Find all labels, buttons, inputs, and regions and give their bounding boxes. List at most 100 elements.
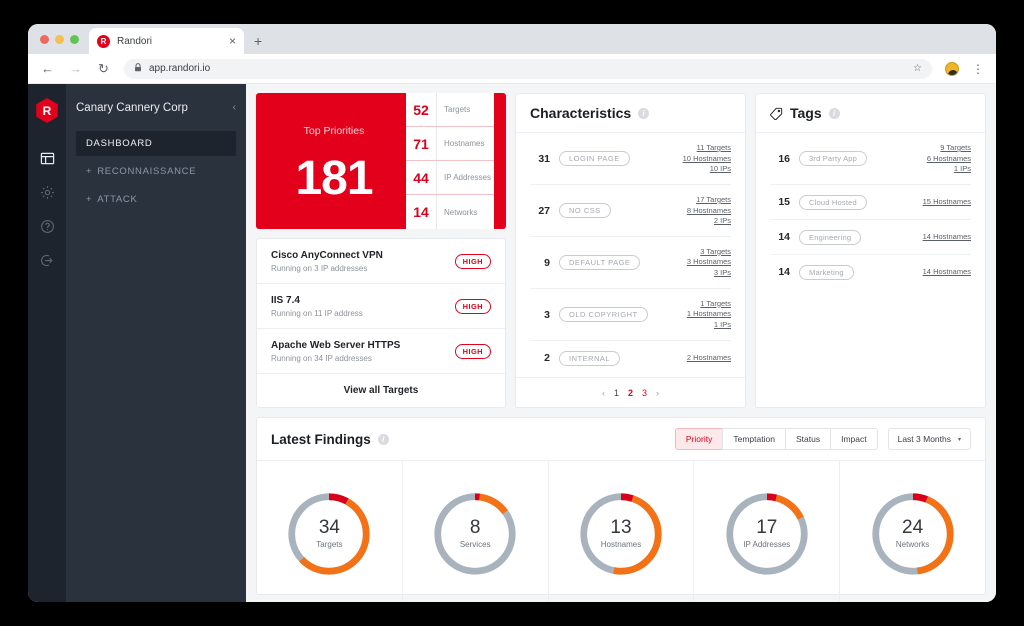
stat-count: 52 [406,93,437,126]
info-icon[interactable]: i [378,434,389,445]
donut-targets[interactable]: 34 Targets [257,461,403,602]
info-icon[interactable]: i [829,108,840,119]
link-hostnames[interactable]: 8 Hostnames [687,206,731,217]
tab-priority[interactable]: Priority [675,428,722,450]
tags-panel: Tags i 16 3rd Party App 9 Targets 6 Host… [755,93,986,408]
priority-stat-networks[interactable]: 14 Networks [406,195,494,229]
dashboard-icon[interactable] [28,141,66,175]
list-item[interactable]: 15 Cloud Hosted 15 Hostnames [770,185,971,220]
date-range-dropdown[interactable]: Last 3 Months ▾ [888,428,971,450]
pagination-page-1[interactable]: 1 [614,388,619,398]
link-targets[interactable]: 17 Targets [687,195,731,206]
donut-networks[interactable]: 24 Networks [840,461,985,602]
donut-services[interactable]: 8 Services [403,461,549,602]
link-hostnames[interactable]: 14 Hostnames [923,232,971,243]
donut-chart: 17 IP Addresses [721,488,813,580]
pagination-page-3[interactable]: 3 [642,388,647,398]
stat-count: 14 [406,195,437,229]
org-header[interactable]: Canary Cannery Corp ‹ [76,84,236,131]
list-item[interactable]: 3 OLD COPYRIGHT 1 Targets 1 Hostnames 1 … [530,289,731,341]
characteristics-panel: Characteristics i 31 LOGIN PAGE 11 Targe… [515,93,746,408]
back-icon[interactable]: ← [40,61,55,76]
table-row[interactable]: Apache Web Server HTTPS Running on 34 IP… [257,329,505,374]
link-targets[interactable]: 9 Targets [927,143,971,154]
tab-status[interactable]: Status [785,428,830,450]
profile-avatar[interactable] [945,62,959,76]
characteristic-pill: INTERNAL [559,351,620,366]
priorities-stats: 52 Targets 71 Hostnames 44 IP Addresses [406,93,494,229]
priorities-title: Top Priorities [262,125,406,137]
target-info: IIS 7.4 Running on 11 IP address [271,295,455,318]
link-ips[interactable]: 3 IPs [687,268,731,279]
view-all-targets-link[interactable]: View all Targets [257,374,505,407]
row-count: 15 [770,196,790,208]
forward-icon[interactable]: → [68,61,83,76]
pagination-next-icon[interactable]: › [656,388,659,398]
priority-stat-targets[interactable]: 52 Targets [406,93,494,127]
address-bar-url: app.randori.io [149,63,210,74]
table-row[interactable]: IIS 7.4 Running on 11 IP address HIGH [257,284,505,329]
dropdown-value: Last 3 Months [898,434,951,444]
info-icon[interactable]: i [638,108,649,119]
link-hostnames[interactable]: 14 Hostnames [923,267,971,278]
donut-hostnames[interactable]: 13 Hostnames [549,461,695,602]
link-ips[interactable]: 1 IPs [927,164,971,175]
donut-label: Networks [896,540,929,549]
reload-icon[interactable]: ↻ [96,61,111,77]
link-targets[interactable]: 1 Targets [687,299,731,310]
donut-value: 34 [319,518,340,539]
bookmark-star-icon[interactable]: ☆ [913,63,922,74]
address-bar[interactable]: app.randori.io ☆ [124,59,932,79]
list-item[interactable]: 2 INTERNAL 2 Hostnames [530,341,731,375]
new-tab-button[interactable]: + [254,33,262,49]
tab-temptation[interactable]: Temptation [722,428,785,450]
status-badge: HIGH [455,299,491,314]
minimize-window-button[interactable] [55,35,64,44]
link-ips[interactable]: 1 IPs [687,320,731,331]
donut-ip-addresses[interactable]: 17 IP Addresses [694,461,840,602]
link-targets[interactable]: 11 Targets [683,143,731,154]
link-targets[interactable]: 3 Targets [687,247,731,258]
list-item[interactable]: 14 Marketing 14 Hostnames [770,255,971,289]
link-ips[interactable]: 10 IPs [683,164,731,175]
tag-pill: Cloud Hosted [799,195,867,210]
link-ips[interactable]: 2 IPs [687,216,731,227]
logout-icon[interactable] [28,243,66,277]
link-hostnames[interactable]: 10 Hostnames [683,154,731,165]
sidebar-item-dashboard[interactable]: DASHBOARD [76,131,236,156]
link-hostnames[interactable]: 2 Hostnames [687,353,731,364]
stat-label: IP Addresses [437,173,491,182]
list-item[interactable]: 27 NO CSS 17 Targets 8 Hostnames 2 IPs [530,185,731,237]
close-icon[interactable]: × [229,35,236,47]
row-links: 2 Hostnames [687,353,731,364]
link-hostnames[interactable]: 3 Hostnames [687,257,731,268]
link-hostnames[interactable]: 6 Hostnames [927,154,971,165]
donut-value: 24 [902,518,923,539]
pagination-page-2[interactable]: 2 [628,388,633,398]
row-links: 14 Hostnames [923,267,971,278]
list-item[interactable]: 9 DEFAULT PAGE 3 Targets 3 Hostnames 3 I… [530,237,731,289]
sidebar-item-attack[interactable]: + ATTACK [76,187,236,212]
list-item[interactable]: 14 Engineering 14 Hostnames [770,220,971,255]
link-hostnames[interactable]: 15 Hostnames [923,197,971,208]
sidebar-item-reconnaissance[interactable]: + RECONNAISSANCE [76,159,236,184]
browser-menu-icon[interactable]: ⋮ [972,62,984,76]
table-row[interactable]: Cisco AnyConnect VPN Running on 3 IP add… [257,239,505,284]
chevron-left-icon[interactable]: ‹ [233,102,236,113]
tab-impact[interactable]: Impact [830,428,878,450]
link-hostnames[interactable]: 1 Hostnames [687,309,731,320]
pagination-prev-icon[interactable]: ‹ [602,388,605,398]
priority-stat-hostnames[interactable]: 71 Hostnames [406,127,494,161]
help-icon[interactable] [28,209,66,243]
priority-stat-ip-addresses[interactable]: 44 IP Addresses [406,161,494,195]
browser-tab[interactable]: R Randori × [89,28,244,54]
list-item[interactable]: 31 LOGIN PAGE 11 Targets 10 Hostnames 10… [530,133,731,185]
gear-icon[interactable] [28,175,66,209]
donut-label: Targets [316,540,342,549]
row-links: 11 Targets 10 Hostnames 10 IPs [683,143,731,175]
maximize-window-button[interactable] [70,35,79,44]
tags-header: Tags i [756,94,985,133]
list-item[interactable]: 16 3rd Party App 9 Targets 6 Hostnames 1… [770,133,971,185]
close-window-button[interactable] [40,35,49,44]
dashboard-content: Top Priorities 181 52 Targets 71 Hostnam… [246,84,996,602]
